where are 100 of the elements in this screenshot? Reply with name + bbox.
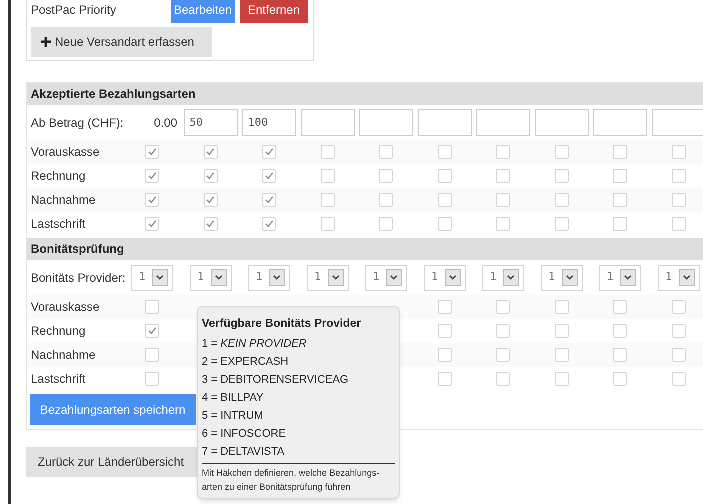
- checkmark-icon: [148, 148, 157, 156]
- checkbox[interactable]: [672, 169, 686, 183]
- provider-select[interactable]: 1: [482, 264, 524, 290]
- checkbox[interactable]: [379, 169, 394, 183]
- checkbox[interactable]: [496, 300, 510, 314]
- checkbox[interactable]: [613, 300, 628, 314]
- checkbox[interactable]: [262, 169, 276, 183]
- checkbox[interactable]: [496, 193, 510, 207]
- remove-button[interactable]: Entfernen: [240, 0, 308, 23]
- checkbox[interactable]: [438, 324, 452, 338]
- provider-entry: 7 = DELTAVISTA: [202, 445, 285, 460]
- checkbox[interactable]: [262, 145, 276, 159]
- checkbox[interactable]: [145, 300, 160, 314]
- amount-field[interactable]: [418, 109, 472, 136]
- provider-select[interactable]: 1: [658, 264, 700, 290]
- amount-field[interactable]: [652, 109, 703, 136]
- row-label: Vorauskasse: [30, 299, 101, 316]
- checkbox[interactable]: [438, 217, 452, 231]
- checkbox[interactable]: [145, 217, 160, 231]
- checkbox[interactable]: [613, 217, 628, 231]
- row-label: Rechnung: [30, 168, 87, 185]
- checkbox[interactable]: [262, 217, 276, 231]
- checkbox[interactable]: [204, 193, 218, 207]
- provider-select[interactable]: 1: [190, 264, 232, 290]
- checkbox[interactable]: [145, 193, 160, 207]
- add-shipping-button[interactable]: Neue Versandart erfassen: [31, 27, 212, 57]
- checkbox[interactable]: [379, 193, 394, 207]
- checkbox[interactable]: [554, 193, 569, 207]
- checkbox[interactable]: [672, 324, 686, 338]
- checkbox[interactable]: [438, 145, 452, 159]
- checkbox[interactable]: [554, 324, 569, 338]
- save-button[interactable]: Bezahlungsarten speichern: [30, 394, 196, 425]
- edit-button[interactable]: Bearbeiten: [171, 0, 235, 23]
- amount-field[interactable]: 100: [242, 109, 296, 136]
- back-button[interactable]: Zurück zur Länderübersicht: [26, 447, 200, 477]
- checkbox[interactable]: [554, 300, 569, 314]
- checkbox[interactable]: [145, 324, 160, 338]
- chevron-down-icon: [332, 274, 340, 280]
- checkbox[interactable]: [320, 169, 335, 183]
- checkbox[interactable]: [320, 217, 335, 231]
- amount-field[interactable]: [476, 109, 530, 136]
- checkbox[interactable]: [145, 169, 160, 183]
- checkbox[interactable]: [613, 348, 628, 362]
- provider-select[interactable]: 1: [306, 264, 349, 290]
- checkbox[interactable]: [496, 372, 510, 386]
- provider-select[interactable]: 1: [131, 264, 174, 290]
- amount-field[interactable]: [534, 109, 589, 136]
- checkbox[interactable]: [145, 348, 160, 362]
- checkbox[interactable]: [672, 300, 686, 314]
- amount-field[interactable]: [593, 109, 648, 136]
- checkmark-icon: [264, 220, 274, 228]
- checkmark-icon: [148, 220, 157, 228]
- checkbox[interactable]: [438, 372, 452, 386]
- checkbox[interactable]: [438, 193, 452, 207]
- checkbox[interactable]: [496, 169, 510, 183]
- provider-select[interactable]: 1: [365, 264, 408, 290]
- amount-field[interactable]: [300, 109, 355, 136]
- checkbox[interactable]: [204, 169, 218, 183]
- provider-select[interactable]: 1: [599, 264, 642, 290]
- checkbox[interactable]: [672, 217, 686, 231]
- checkbox[interactable]: [613, 324, 628, 338]
- checkbox[interactable]: [496, 324, 510, 338]
- checkbox[interactable]: [672, 145, 686, 159]
- chevron-down-icon: [624, 274, 632, 280]
- checkbox[interactable]: [554, 145, 569, 159]
- checkbox[interactable]: [672, 372, 686, 386]
- checkbox[interactable]: [672, 348, 686, 362]
- chevron-down-icon: [156, 274, 164, 280]
- checkbox[interactable]: [554, 169, 569, 183]
- provider-select[interactable]: 1: [248, 264, 290, 290]
- checkmark-icon: [148, 172, 157, 180]
- checkbox[interactable]: [379, 217, 394, 231]
- checkbox[interactable]: [204, 145, 218, 159]
- checkbox[interactable]: [554, 217, 569, 231]
- checkmark-icon: [206, 196, 216, 204]
- checkbox[interactable]: [379, 145, 394, 159]
- checkbox[interactable]: [320, 193, 335, 207]
- checkbox[interactable]: [320, 145, 335, 159]
- checkbox[interactable]: [438, 348, 452, 362]
- checkbox[interactable]: [613, 145, 628, 159]
- checkbox[interactable]: [554, 348, 569, 362]
- row-label: Rechnung: [30, 323, 87, 340]
- checkbox[interactable]: [496, 217, 510, 231]
- checkbox[interactable]: [613, 193, 628, 207]
- checkbox[interactable]: [262, 193, 276, 207]
- checkbox[interactable]: [438, 169, 452, 183]
- checkbox[interactable]: [496, 145, 510, 159]
- checkbox[interactable]: [554, 372, 569, 386]
- checkbox[interactable]: [145, 372, 160, 386]
- checkbox[interactable]: [613, 372, 628, 386]
- checkbox[interactable]: [613, 169, 628, 183]
- amount-field[interactable]: [359, 109, 414, 136]
- checkbox[interactable]: [438, 300, 452, 314]
- checkbox[interactable]: [204, 217, 218, 231]
- provider-select[interactable]: 1: [424, 264, 466, 290]
- checkbox[interactable]: [496, 348, 510, 362]
- checkbox[interactable]: [672, 193, 686, 207]
- provider-select[interactable]: 1: [540, 264, 583, 290]
- checkbox[interactable]: [145, 145, 160, 159]
- amount-field[interactable]: 50: [184, 109, 238, 136]
